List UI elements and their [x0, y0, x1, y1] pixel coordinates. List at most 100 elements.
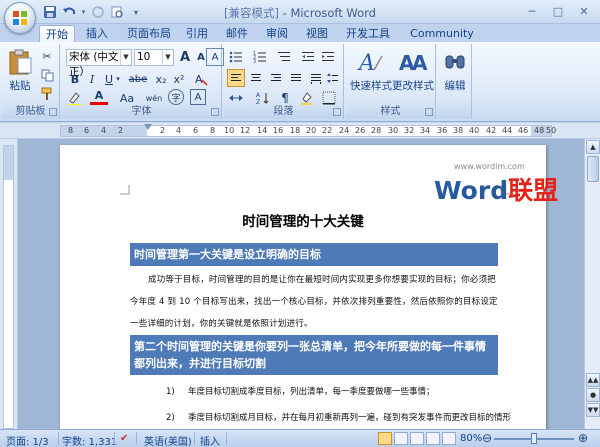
clipboard-group: 粘贴 ✂ 剪贴板 [2, 44, 60, 119]
page-count[interactable]: 页面: 1/3 [6, 433, 49, 447]
next-page-icon[interactable]: ▼▼ [586, 403, 600, 417]
ruler-num: 18 [290, 126, 301, 135]
window-controls: ─ □ ✕ [520, 3, 596, 20]
insert-mode[interactable]: 插入 [200, 433, 220, 447]
vertical-ruler[interactable] [0, 139, 18, 429]
italic-button[interactable]: I [83, 70, 101, 88]
compat-mode-label: [兼容模式] [223, 6, 279, 20]
tab-references[interactable]: 引用 [182, 25, 212, 43]
svg-text:A: A [357, 51, 375, 76]
align-center-icon[interactable] [247, 69, 265, 87]
underline-dropdown-icon[interactable]: ▾ [114, 70, 122, 88]
styles-launcher-icon[interactable] [425, 108, 433, 116]
subscript-button[interactable]: x₂ [152, 70, 170, 88]
clear-format-button[interactable]: A [206, 48, 224, 66]
align-left-icon[interactable] [227, 69, 245, 87]
format-painter-icon[interactable] [38, 85, 56, 103]
enclose-char-button[interactable]: 字 [168, 89, 184, 105]
scroll-up-icon[interactable]: ▲ [586, 140, 600, 154]
ruler-num: 16 [273, 126, 284, 135]
draft-view-icon[interactable] [442, 432, 456, 445]
section1-heading[interactable]: 时间管理第一大关键是设立明确的目标 [130, 243, 498, 266]
tab-view[interactable]: 视图 [302, 25, 332, 43]
office-logo-icon [13, 11, 27, 25]
word-count[interactable]: 字数: 1,331 [62, 433, 117, 447]
chevron-down-icon[interactable]: ▼ [120, 50, 131, 65]
binoculars-icon [445, 55, 465, 69]
ruler-num: 6 [84, 126, 90, 135]
char-border-button[interactable]: A [190, 89, 206, 105]
watermark-brand-cn: 联盟 [508, 176, 559, 205]
document-area[interactable]: www.wordlm.com Word联盟 时间管理的十大关键 时间管理第一大关… [18, 139, 584, 429]
paragraph-launcher-icon[interactable] [333, 108, 341, 116]
document-title[interactable]: 时间管理的十大关键 [60, 210, 546, 230]
copy-icon[interactable] [38, 66, 56, 84]
cut-icon[interactable]: ✂ [38, 47, 56, 65]
list-text: 季度目标切割成月目标，并在每月初重新再列一遍，碰到有突发事件而更改目标的情形 [188, 413, 512, 423]
clipboard-launcher-icon[interactable] [49, 108, 57, 116]
font-color-button[interactable]: A [90, 88, 108, 105]
bullets-icon[interactable] [227, 48, 245, 66]
justify-icon[interactable] [287, 69, 305, 87]
previous-page-icon[interactable]: ▲▲ [586, 373, 600, 387]
change-styles-icon: A A [399, 51, 428, 75]
tab-page-layout[interactable]: 页面布局 [122, 25, 176, 43]
tab-mailings[interactable]: 邮件 [222, 25, 252, 43]
decrease-indent-icon[interactable] [299, 48, 317, 66]
list-item[interactable]: 1) 年度目标切割成季度目标，列出清单，每一季度要做哪一些事情； [166, 385, 435, 397]
scroll-thumb[interactable] [587, 156, 599, 182]
office-button[interactable] [4, 2, 36, 34]
section2-heading[interactable]: 第二个时间管理的关键是你要列一张总清单，把今年所要做的每一件事情都列出来，并进行… [130, 335, 498, 375]
change-styles-button[interactable]: A A 更改样式 [392, 46, 434, 104]
section1-paragraph[interactable]: 成功等于目标，时间管理的目的是让你在最短时间内实现更多你想要实现的目标；你必须把… [130, 269, 502, 335]
tab-developer[interactable]: 开发工具 [342, 25, 394, 43]
clear-formatting-icon[interactable]: A [192, 70, 210, 88]
chevron-down-icon[interactable]: ▼ [162, 50, 173, 65]
print-layout-view-icon[interactable] [378, 432, 392, 445]
proofing-icon[interactable]: ✔ [120, 433, 128, 444]
tab-home[interactable]: 开始 [39, 25, 75, 43]
tab-review[interactable]: 审阅 [262, 25, 292, 43]
font-size-combo[interactable]: 10 ▼ [134, 49, 174, 66]
zoom-out-icon[interactable]: ⊖ [482, 431, 492, 445]
bold-button[interactable]: B [66, 70, 84, 88]
line-spacing-icon[interactable] [324, 69, 342, 87]
ruler-num: 8 [210, 126, 216, 135]
distributed-icon[interactable] [307, 69, 325, 87]
list-item[interactable]: 2) 季度目标切割成月目标，并在每月初重新再列一遍，碰到有突发事件而更改目标的情形 [166, 411, 511, 423]
superscript-button[interactable]: x² [170, 70, 188, 88]
watermark-url: www.wordlm.com [454, 162, 525, 171]
language[interactable]: 英语(美国) [144, 433, 192, 447]
quick-styles-label: 快速样式 [350, 80, 392, 92]
tab-insert[interactable]: 插入 [80, 25, 114, 43]
strikethrough-button[interactable]: abe [126, 70, 150, 88]
title-bar: ▾ ▾ [兼容模式] - Microsoft Word ─ □ ✕ [0, 0, 600, 34]
maximize-button[interactable]: □ [546, 3, 570, 20]
increase-indent-icon[interactable] [319, 48, 337, 66]
close-button[interactable]: ✕ [572, 3, 596, 20]
outline-view-icon[interactable] [426, 432, 440, 445]
multilevel-list-icon[interactable] [275, 48, 293, 66]
ruler-num: 28 [371, 126, 382, 135]
align-right-icon[interactable] [267, 69, 285, 87]
svg-text:A: A [256, 92, 261, 99]
tab-community-clips[interactable]: Community Clips [401, 25, 483, 57]
zoom-in-icon[interactable]: ⊕ [578, 431, 588, 445]
quick-styles-button[interactable]: A 快速样式 [350, 46, 392, 104]
vertical-scrollbar[interactable]: ▲ ▲▲ ● ▼▼ [584, 139, 600, 429]
font-launcher-icon[interactable] [211, 108, 219, 116]
paste-button[interactable]: 粘贴 [6, 48, 34, 92]
web-layout-view-icon[interactable] [410, 432, 424, 445]
numbering-icon[interactable]: 123 [251, 48, 269, 66]
browse-object-icon[interactable]: ● [586, 388, 600, 402]
zoom-slider-thumb[interactable] [531, 433, 537, 444]
font-name-combo[interactable]: 宋体 (中文正） ▼ [66, 49, 132, 78]
document-page[interactable]: www.wordlm.com Word联盟 时间管理的十大关键 时间管理第一大关… [60, 145, 558, 429]
full-screen-view-icon[interactable] [394, 432, 408, 445]
ruler-num: 8 [68, 126, 74, 135]
editing-button[interactable]: 编辑 [440, 46, 470, 104]
zoom-level[interactable]: 80% [460, 433, 482, 444]
horizontal-ruler[interactable]: 8 6 4 2 2 4 6 8 10 12 14 16 18 20 22 24 … [0, 123, 600, 139]
minimize-button[interactable]: ─ [520, 3, 544, 20]
first-line-indent-icon[interactable] [144, 124, 152, 130]
